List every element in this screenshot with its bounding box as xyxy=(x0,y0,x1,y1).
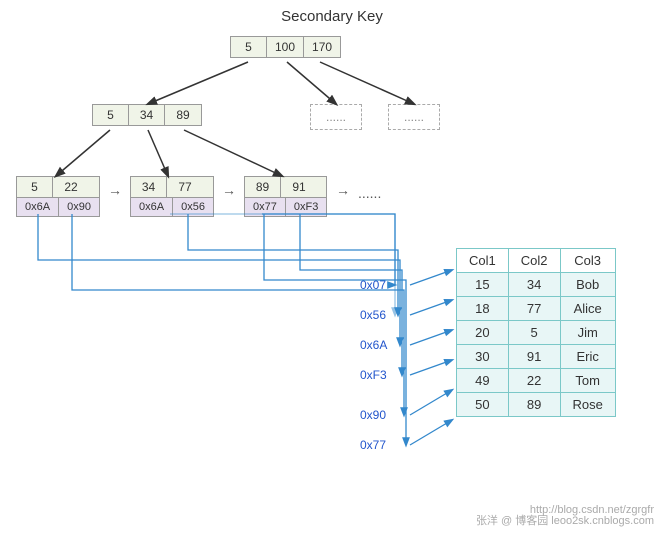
l2-1-ptr-0: 0x6A xyxy=(131,198,173,216)
data-table: Col1 Col2 Col3 1534Bob1877Alice205Jim309… xyxy=(456,248,616,417)
table-cell-3-0: 30 xyxy=(457,345,509,369)
level1-node-0: 5 34 89 xyxy=(92,104,202,126)
col-header-2: Col3 xyxy=(560,249,615,273)
table-cell-2-2: Jim xyxy=(560,321,615,345)
hex-label-5: 0x77 xyxy=(360,438,386,452)
arrow-right-0: → xyxy=(108,182,122,198)
arrow-right-2: → xyxy=(336,182,350,198)
table-cell-5-2: Rose xyxy=(560,393,615,417)
l1-cell-2: 89 xyxy=(165,105,201,125)
table-cell-4-0: 49 xyxy=(457,369,509,393)
col-header-1: Col2 xyxy=(508,249,560,273)
root-node: 5 100 170 xyxy=(230,36,341,58)
l2-1-ptr-1: 0x56 xyxy=(173,198,213,216)
table-row: 3091Eric xyxy=(457,345,616,369)
level2-node-1: 34 77 0x6A 0x56 xyxy=(130,176,214,217)
col-header-0: Col1 xyxy=(457,249,509,273)
canvas: Secondary Key 5 100 170 5 34 89 ...... .… xyxy=(0,0,664,534)
root-cell-2: 170 xyxy=(304,37,340,57)
l2-0-ptr-0: 0x6A xyxy=(17,198,59,216)
level2-node-2: 89 91 0x77 0xF3 xyxy=(244,176,327,217)
table-cell-3-1: 91 xyxy=(508,345,560,369)
l2-2-cell-0: 89 xyxy=(245,177,281,197)
table-cell-0-0: 15 xyxy=(457,273,509,297)
table-cell-2-0: 20 xyxy=(457,321,509,345)
table-row: 5089Rose xyxy=(457,393,616,417)
table-cell-1-2: Alice xyxy=(560,297,615,321)
table-cell-1-0: 18 xyxy=(457,297,509,321)
root-cell-0: 5 xyxy=(231,37,267,57)
table-row: 1534Bob xyxy=(457,273,616,297)
root-cell-1: 100 xyxy=(267,37,304,57)
l2-1-cell-0: 34 xyxy=(131,177,167,197)
arrow-right-1: → xyxy=(222,182,236,198)
table-cell-0-2: Bob xyxy=(560,273,615,297)
dashed-node-0: ...... xyxy=(310,104,362,130)
l2-0-cell-0: 5 xyxy=(17,177,53,197)
dashed-node-1: ...... xyxy=(388,104,440,130)
level2-node-0: 5 22 0x6A 0x90 xyxy=(16,176,100,217)
table-cell-5-1: 89 xyxy=(508,393,560,417)
table-cell-4-2: Tom xyxy=(560,369,615,393)
watermark-author: 张洋 @ 博客园 leoo2sk.cnblogs.com xyxy=(476,512,654,528)
hex-label-0: 0x07 xyxy=(360,278,386,292)
table-row: 1877Alice xyxy=(457,297,616,321)
page-title: Secondary Key xyxy=(0,8,664,25)
table-cell-1-1: 77 xyxy=(508,297,560,321)
l1-cell-0: 5 xyxy=(93,105,129,125)
hex-label-4: 0x90 xyxy=(360,408,386,422)
hex-label-1: 0x56 xyxy=(360,308,386,322)
l2-2-ptr-1: 0xF3 xyxy=(286,198,326,216)
level2-ellipsis: ...... xyxy=(358,185,381,201)
l2-0-cell-1: 22 xyxy=(53,177,89,197)
table-cell-4-1: 22 xyxy=(508,369,560,393)
table-cell-2-1: 5 xyxy=(508,321,560,345)
table-cell-3-2: Eric xyxy=(560,345,615,369)
l2-1-cell-1: 77 xyxy=(167,177,203,197)
l2-0-ptr-1: 0x90 xyxy=(59,198,99,216)
table-row: 205Jim xyxy=(457,321,616,345)
table-row: 4922Tom xyxy=(457,369,616,393)
table-cell-5-0: 50 xyxy=(457,393,509,417)
l1-cell-1: 34 xyxy=(129,105,165,125)
hex-label-3: 0xF3 xyxy=(360,368,387,382)
table-cell-0-1: 34 xyxy=(508,273,560,297)
hex-label-2: 0x6A xyxy=(360,338,387,352)
l2-2-cell-1: 91 xyxy=(281,177,317,197)
l2-2-ptr-0: 0x77 xyxy=(245,198,286,216)
